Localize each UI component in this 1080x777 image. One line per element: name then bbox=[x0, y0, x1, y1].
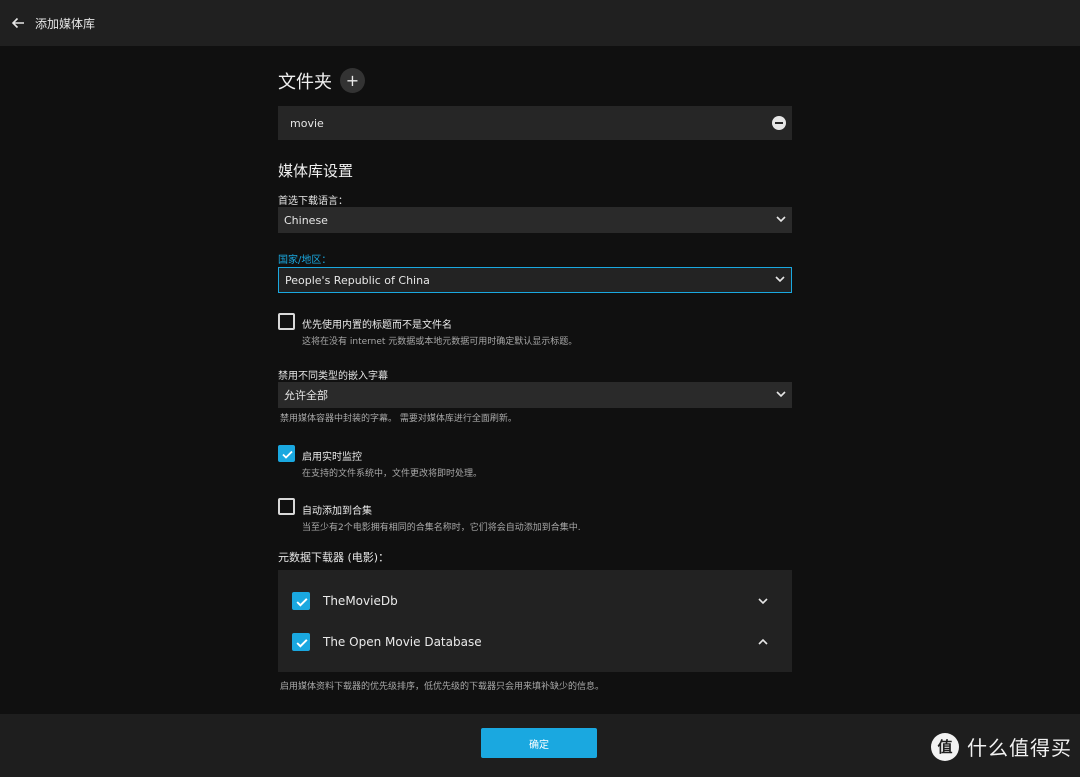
fetcher-name: The Open Movie Database bbox=[323, 635, 482, 649]
checkmark-icon bbox=[296, 639, 308, 648]
checkmark-icon bbox=[296, 598, 308, 607]
realtime-monitor-label: 启用实时监控 bbox=[302, 452, 362, 463]
chevron-down-icon bbox=[775, 276, 785, 283]
metadata-fetchers-help: 启用媒体资料下载器的优先级排序，低优先级的下载器只会用来填补缺少的信息。 bbox=[280, 682, 605, 692]
back-button[interactable] bbox=[8, 13, 28, 33]
watermark-logo: 值 bbox=[931, 732, 959, 761]
checkmark-icon bbox=[282, 450, 293, 459]
language-value: Chinese bbox=[284, 213, 328, 227]
watermark: 值 什么值得买 bbox=[931, 732, 1072, 761]
plus-icon: + bbox=[345, 71, 360, 90]
auto-collection-description: 当至少有2个电影拥有相同的合集名称时，它们将会自动添加到合集中. bbox=[302, 523, 581, 533]
country-value: People's Republic of China bbox=[285, 273, 430, 287]
settings-title: 媒体库设置 bbox=[278, 162, 354, 180]
add-folder-button[interactable]: + bbox=[340, 68, 365, 93]
folder-item: movie bbox=[278, 106, 792, 140]
top-bar: 添加媒体库 bbox=[0, 0, 1080, 46]
country-label: 国家/地区： bbox=[278, 255, 332, 266]
embedded-titles-label: 优先使用内置的标题而不是文件名 bbox=[302, 320, 452, 331]
remove-folder-button[interactable] bbox=[772, 116, 786, 130]
subtitles-select[interactable]: 允许全部 bbox=[278, 382, 792, 408]
footer-bar: 确定 值 什么值得买 bbox=[0, 714, 1080, 777]
metadata-fetchers-list: TheMovieDb The Open Movie Database bbox=[278, 570, 792, 672]
auto-collection-checkbox[interactable] bbox=[278, 498, 295, 515]
minus-icon bbox=[775, 122, 783, 124]
folder-path: movie bbox=[290, 116, 324, 130]
subtitles-value: 允许全部 bbox=[284, 389, 328, 402]
themoviedb-checkbox[interactable] bbox=[292, 592, 310, 610]
page-title: 添加媒体库 bbox=[35, 16, 96, 31]
confirm-button[interactable]: 确定 bbox=[481, 728, 597, 758]
language-label: 首选下载语言： bbox=[278, 196, 348, 207]
country-select[interactable]: People's Republic of China bbox=[278, 267, 792, 293]
language-select[interactable]: Chinese bbox=[278, 207, 792, 233]
subtitles-help: 禁用媒体容器中封装的字幕。 需要对媒体库进行全面刷新。 bbox=[280, 414, 517, 424]
metadata-fetchers-label: 元数据下载器 (电影)： bbox=[278, 551, 390, 564]
realtime-monitor-description: 在支持的文件系统中，文件更改将即时处理。 bbox=[302, 469, 483, 479]
fetcher-item-themoviedb[interactable]: TheMovieDb bbox=[292, 591, 778, 611]
fetcher-item-omdb[interactable]: The Open Movie Database bbox=[292, 632, 778, 652]
chevron-down-icon[interactable] bbox=[758, 597, 768, 605]
realtime-monitor-checkbox[interactable] bbox=[278, 445, 295, 462]
fetcher-name: TheMovieDb bbox=[323, 594, 398, 608]
watermark-text: 什么值得买 bbox=[967, 736, 1072, 760]
omdb-checkbox[interactable] bbox=[292, 633, 310, 651]
arrow-left-icon bbox=[11, 17, 24, 29]
auto-collection-label: 自动添加到合集 bbox=[302, 506, 372, 517]
folders-heading: 文件夹 bbox=[278, 72, 332, 93]
chevron-down-icon bbox=[776, 391, 786, 398]
subtitles-label: 禁用不同类型的嵌入字幕 bbox=[278, 371, 388, 382]
chevron-up-icon[interactable] bbox=[758, 638, 768, 646]
chevron-down-icon bbox=[776, 216, 786, 223]
embedded-titles-checkbox[interactable] bbox=[278, 313, 295, 330]
embedded-titles-description: 这将在没有 internet 元数据或本地元数据可用时确定默认显示标题。 bbox=[302, 337, 578, 347]
